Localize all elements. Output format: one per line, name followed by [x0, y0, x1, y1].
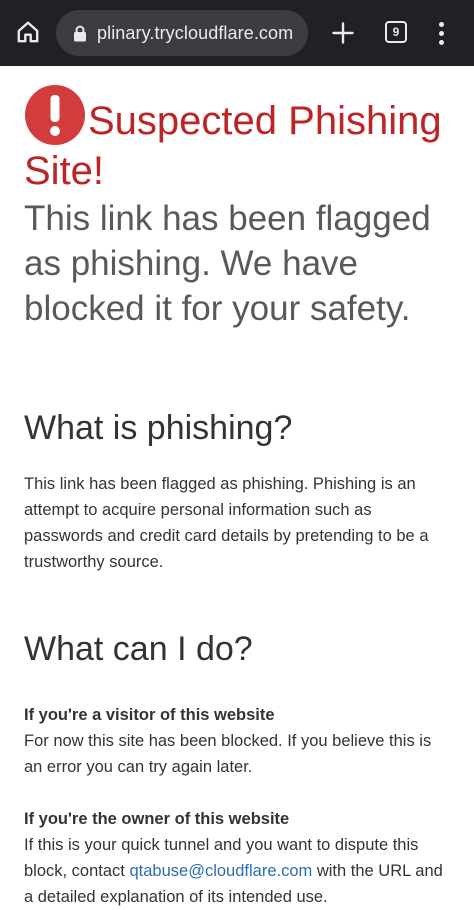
home-icon [17, 21, 39, 43]
what-is-phishing-heading: What is phishing? [24, 409, 293, 447]
abuse-email-link[interactable]: qtabuse@cloudflare.com [129, 862, 312, 880]
exclamation-circle-icon [25, 85, 85, 145]
lock-icon [72, 24, 88, 42]
address-bar[interactable]: plinary.trycloudflare.com [56, 10, 308, 56]
menu-dot [438, 30, 444, 36]
tab-count-badge: 9 [385, 21, 407, 43]
warning-title-text: Suspected Phishing Site! [24, 99, 442, 193]
menu-dot [438, 21, 444, 27]
more-vert-icon[interactable] [426, 14, 456, 52]
warning-heading: Suspected Phishing Site! [24, 66, 454, 196]
menu-dot [438, 39, 444, 45]
owner-text: If this is your quick tunnel and you wan… [24, 832, 454, 910]
plus-icon [332, 22, 354, 44]
tab-switcher-button[interactable]: 9 [380, 16, 412, 48]
page-content: Suspected Phishing Site! This link has b… [24, 66, 454, 910]
what-can-i-do-heading: What can I do? [24, 630, 253, 668]
visitor-text: For now this site has been blocked. If y… [24, 732, 432, 776]
url-text: plinary.trycloudflare.com [97, 22, 294, 43]
what-is-phishing-text: This link has been flagged as phishing. … [24, 475, 429, 571]
warning-subtitle: This link has been flagged as phishing. … [24, 199, 431, 328]
home-button[interactable] [10, 14, 46, 50]
visitor-heading: If you're a visitor of this website [24, 706, 275, 724]
browser-toolbar: plinary.trycloudflare.com 9 [0, 0, 474, 66]
owner-heading: If you're the owner of this website [24, 810, 290, 828]
new-tab-button[interactable] [325, 15, 361, 51]
